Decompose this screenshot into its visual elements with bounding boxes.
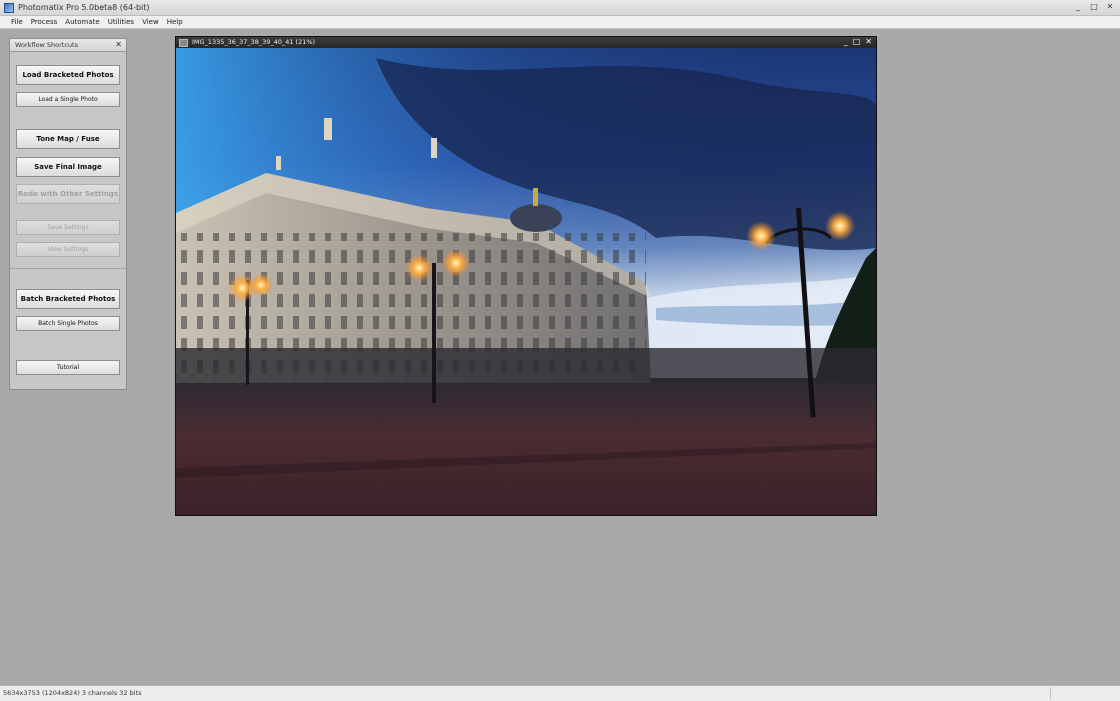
panel-divider <box>10 268 126 269</box>
load-single-photo-button[interactable]: Load a Single Photo <box>16 92 120 107</box>
close-icon[interactable]: ✕ <box>865 37 872 46</box>
window-controls: _ □ ✕ <box>1074 2 1114 11</box>
minimize-icon[interactable]: _ <box>844 37 848 46</box>
image-window-titlebar[interactable]: IMG_1335_36_37_38_39_40_41 (21%) _ □ ✕ <box>176 37 876 48</box>
close-icon[interactable]: ✕ <box>1106 2 1114 11</box>
menu-automate[interactable]: Automate <box>61 18 103 26</box>
menu-view[interactable]: View <box>138 18 163 26</box>
view-settings-button[interactable]: View Settings <box>16 242 120 257</box>
close-icon[interactable]: ✕ <box>115 40 122 49</box>
load-bracketed-photos-button[interactable]: Load Bracketed Photos <box>16 65 120 85</box>
maximize-icon[interactable]: □ <box>853 37 861 46</box>
palace-photo <box>176 48 876 515</box>
menu-utilities[interactable]: Utilities <box>104 18 138 26</box>
title-bar: Photomatix Pro 5.0beta8 (64-bit) _ □ ✕ <box>0 0 1120 16</box>
panel-title: Workflow Shortcuts <box>15 41 78 49</box>
status-bar: 5634x3753 (1204x824) 3 channels 32 bits <box>0 685 1120 701</box>
save-settings-button[interactable]: Save Settings <box>16 220 120 235</box>
document-icon <box>179 39 188 47</box>
image-window-controls: _ □ ✕ <box>844 37 872 46</box>
tutorial-button[interactable]: Tutorial <box>16 360 120 375</box>
tone-map-fuse-button[interactable]: Tone Map / Fuse <box>16 129 120 149</box>
menu-process[interactable]: Process <box>27 18 62 26</box>
window-title: Photomatix Pro 5.0beta8 (64-bit) <box>18 3 150 12</box>
menu-file[interactable]: File <box>7 18 27 26</box>
panel-header[interactable]: Workflow Shortcuts ✕ <box>10 39 126 52</box>
status-segment <box>1050 687 1051 699</box>
redo-other-settings-button[interactable]: Redo with Other Settings <box>16 184 120 204</box>
batch-bracketed-photos-button[interactable]: Batch Bracketed Photos <box>16 289 120 309</box>
save-final-image-button[interactable]: Save Final Image <box>16 157 120 177</box>
minimize-icon[interactable]: _ <box>1074 2 1082 11</box>
image-window-title: IMG_1335_36_37_38_39_40_41 (21%) <box>192 38 316 46</box>
menu-help[interactable]: Help <box>163 18 187 26</box>
app-icon <box>4 3 14 13</box>
maximize-icon[interactable]: □ <box>1090 2 1098 11</box>
menu-bar: File Process Automate Utilities View Hel… <box>0 16 1120 29</box>
image-info-status: 5634x3753 (1204x824) 3 channels 32 bits <box>3 689 142 697</box>
batch-single-photos-button[interactable]: Batch Single Photos <box>16 316 120 331</box>
image-window: IMG_1335_36_37_38_39_40_41 (21%) _ □ ✕ <box>175 36 877 516</box>
hdr-photo-preview[interactable] <box>176 48 876 515</box>
workflow-shortcuts-panel: Workflow Shortcuts ✕ Load Bracketed Phot… <box>9 38 127 390</box>
